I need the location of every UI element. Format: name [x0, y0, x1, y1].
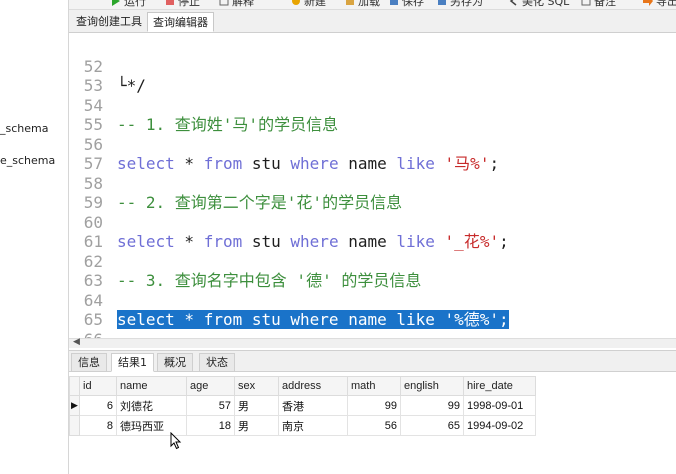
- new-label: 新建: [304, 0, 326, 8]
- editor-horizontal-scrollbar[interactable]: ◀: [69, 337, 676, 348]
- beautify-sql-label: 美化 SQL: [522, 0, 570, 8]
- code-line: 63: [69, 252, 676, 290]
- explain-icon: [219, 0, 229, 6]
- editor-toolbar: 运行 停止 解释 新建 加载 保存 另存为 美化 SQL 备注 导出: [69, 0, 676, 10]
- code-line: 57: [69, 135, 676, 173]
- explain-button[interactable]: 解释: [219, 0, 254, 9]
- cell-age[interactable]: 57: [186, 395, 235, 416]
- save-as-button[interactable]: 另存为: [437, 0, 483, 9]
- column-header-address[interactable]: address: [278, 376, 348, 396]
- cell-math[interactable]: 56: [347, 415, 401, 436]
- export-label: 导出: [656, 0, 676, 8]
- code-line: 53: [69, 57, 676, 95]
- cell-id[interactable]: 8: [79, 415, 117, 436]
- load-label: 加载: [358, 0, 380, 8]
- current-row-marker-icon: ▶: [69, 395, 80, 416]
- row-marker-header: [69, 376, 80, 396]
- code-line: 62 -- 3. 查询名字中包含 '德' 的学员信息: [69, 233, 676, 290]
- navigator-item-schema[interactable]: _schema: [0, 122, 48, 135]
- column-header-name[interactable]: name: [116, 376, 187, 396]
- column-header-math[interactable]: math: [347, 376, 401, 396]
- sql-editor[interactable]: 52 └*/ 53 54 -- 1. 查询姓'马'的学员信息 55 56 sel…: [69, 33, 676, 338]
- navigator-item-e-schema[interactable]: e_schema: [0, 154, 55, 167]
- tab-query-editor[interactable]: 查询编辑器: [147, 12, 214, 32]
- cell-math[interactable]: 99: [347, 395, 401, 416]
- tab-overview[interactable]: 概况: [157, 353, 193, 372]
- tab-result1[interactable]: 结果1: [111, 353, 154, 372]
- cell-hire-date[interactable]: 1998-09-01: [463, 395, 536, 416]
- column-header-sex[interactable]: sex: [234, 376, 279, 396]
- load-icon: [345, 0, 355, 6]
- scroll-left-icon[interactable]: ◀: [73, 337, 80, 347]
- comment-button[interactable]: 备注: [581, 0, 616, 9]
- cell-name[interactable]: 刘德花: [116, 395, 187, 416]
- tab-info[interactable]: 信息: [71, 353, 107, 372]
- cell-english[interactable]: 99: [400, 395, 464, 416]
- run-button[interactable]: 运行: [111, 0, 146, 9]
- run-label: 运行: [124, 0, 146, 8]
- cell-sex[interactable]: 男: [234, 395, 279, 416]
- table-row[interactable]: 8 德玛西亚 18 男 南京 56 65 1994-09-02: [69, 415, 536, 436]
- cell-id[interactable]: 6: [79, 395, 117, 416]
- code-line: 64 select * from stu where name like '%德…: [69, 272, 676, 329]
- beautify-icon: [509, 0, 519, 6]
- cell-hire-date[interactable]: 1994-09-02: [463, 415, 536, 436]
- tab-status[interactable]: 状态: [199, 353, 235, 372]
- code-line: 52 └*/: [69, 38, 676, 95]
- export-button[interactable]: 导出: [643, 0, 676, 9]
- load-button[interactable]: 加载: [345, 0, 380, 9]
- save-as-label: 另存为: [450, 0, 483, 8]
- mouse-cursor-icon: [170, 432, 182, 450]
- export-icon: [643, 0, 653, 6]
- code-line: 65: [69, 291, 676, 329]
- cell-english[interactable]: 65: [400, 415, 464, 436]
- comment-label: 备注: [594, 0, 616, 8]
- save-icon: [389, 0, 399, 6]
- beautify-sql-button[interactable]: 美化 SQL: [509, 0, 569, 9]
- code-line: 56 select * from stu where name like '马%…: [69, 116, 676, 173]
- result-tab-bar: 信息 结果1 概况 状态: [69, 350, 676, 372]
- table-header-row: id name age sex address math english hir…: [69, 376, 536, 396]
- cell-address[interactable]: 香港: [278, 395, 348, 416]
- code-line: 58 -- 2. 查询第二个字是'花'的学员信息: [69, 155, 676, 212]
- run-icon: [111, 0, 121, 6]
- code-line: 59: [69, 174, 676, 212]
- code-line: 54 -- 1. 查询姓'马'的学员信息: [69, 77, 676, 134]
- stop-icon: [165, 0, 175, 6]
- comment-icon: [581, 0, 591, 6]
- code-line: 61: [69, 213, 676, 251]
- row-marker: [69, 415, 80, 436]
- column-header-id[interactable]: id: [79, 376, 117, 396]
- new-icon: [291, 0, 301, 6]
- result-grid[interactable]: id name age sex address math english hir…: [69, 372, 676, 474]
- navigator-pane: _schema e_schema: [0, 0, 69, 474]
- editor-tab-bar: 查询创建工具 查询编辑器: [69, 10, 676, 33]
- column-header-age[interactable]: age: [186, 376, 235, 396]
- new-button[interactable]: 新建: [291, 0, 326, 9]
- save-label: 保存: [402, 0, 424, 8]
- code-line: 66: [69, 311, 676, 338]
- code-line: 60 select * from stu where name like '_花…: [69, 194, 676, 251]
- save-as-icon: [437, 0, 447, 6]
- stop-label: 停止: [178, 0, 200, 8]
- explain-label: 解释: [232, 0, 254, 8]
- tab-query-builder[interactable]: 查询创建工具: [71, 12, 147, 32]
- cell-address[interactable]: 南京: [278, 415, 348, 436]
- cell-age[interactable]: 18: [186, 415, 235, 436]
- save-button[interactable]: 保存: [389, 0, 424, 9]
- cell-sex[interactable]: 男: [234, 415, 279, 436]
- column-header-english[interactable]: english: [400, 376, 464, 396]
- table-row[interactable]: ▶ 6 刘德花 57 男 香港 99 99 1998-09-01: [69, 395, 536, 416]
- code-line: 55: [69, 96, 676, 134]
- result-table: id name age sex address math english hir…: [69, 376, 536, 436]
- column-header-hire-date[interactable]: hire_date: [463, 376, 536, 396]
- stop-button[interactable]: 停止: [165, 0, 200, 9]
